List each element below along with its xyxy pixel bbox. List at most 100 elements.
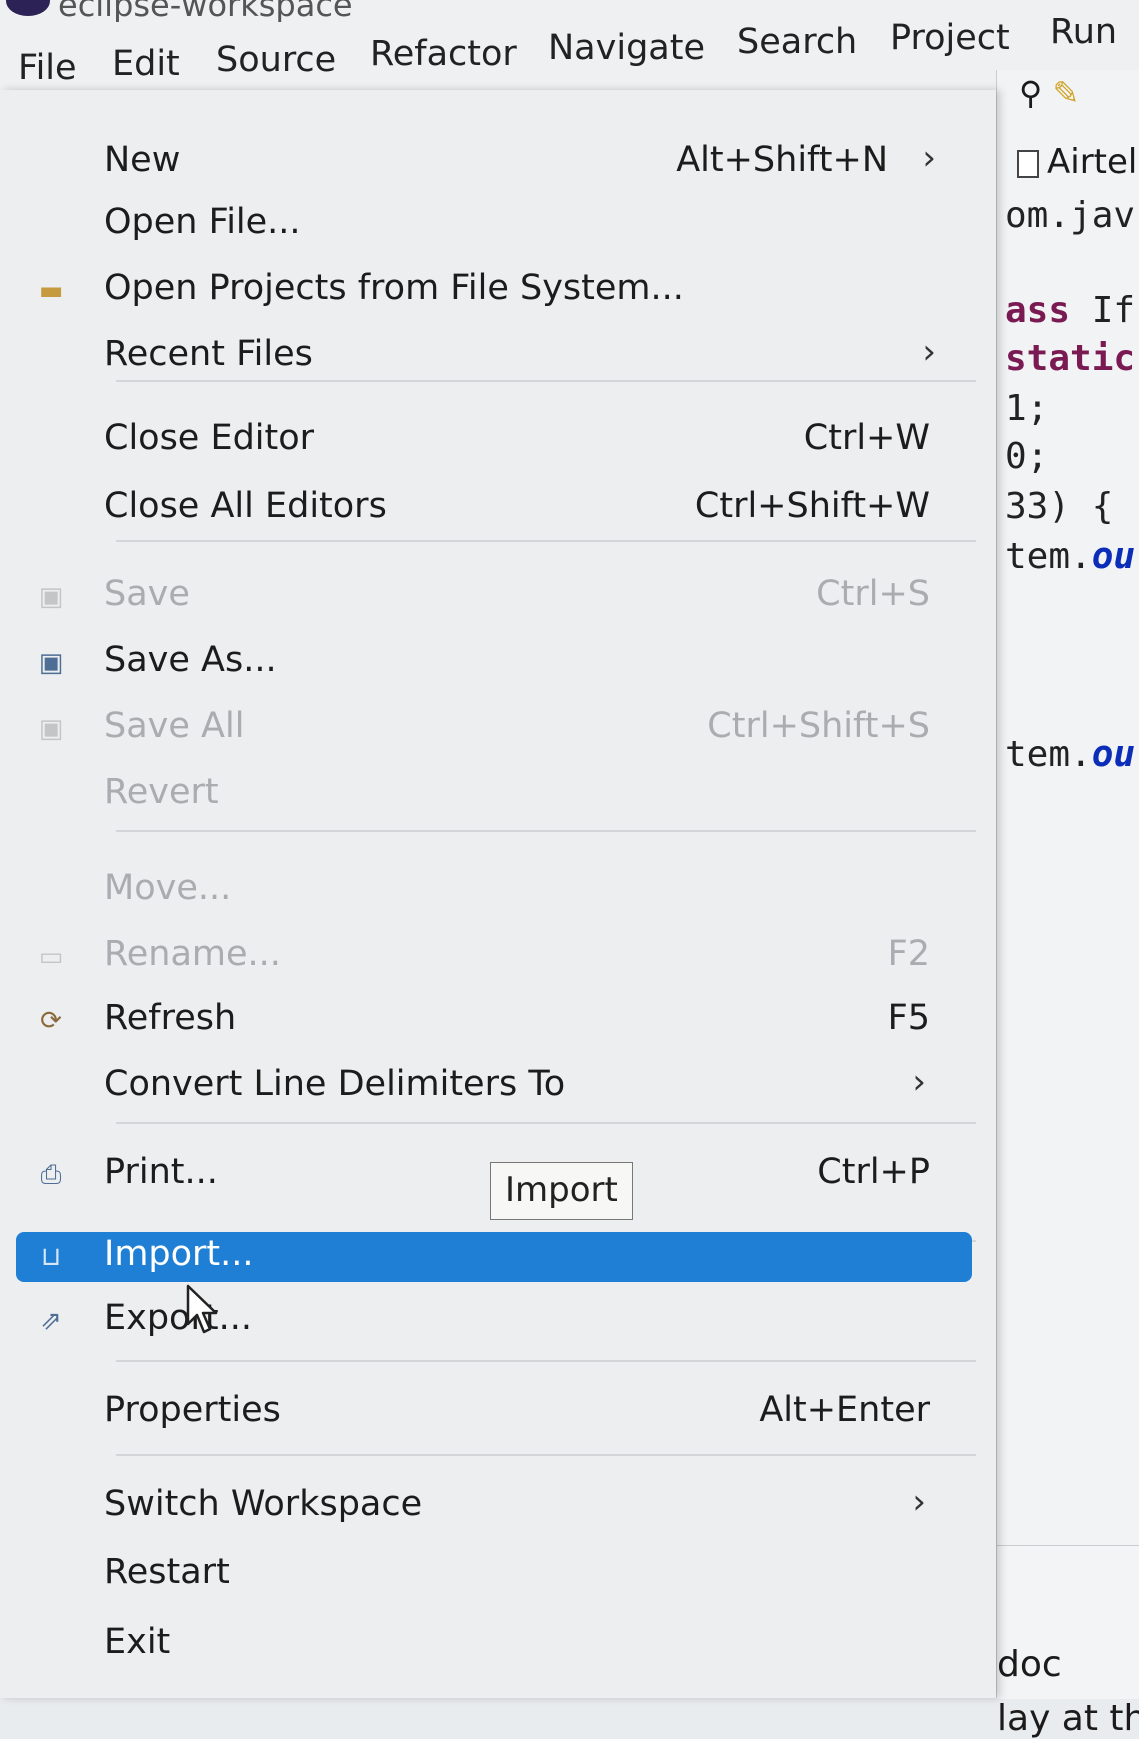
editor-area: ⚲ ✎ Airtel om.jav ass If static 1; 0; 33… <box>996 70 1139 1739</box>
menu-item-shortcut: Ctrl+Shift+W <box>694 486 930 526</box>
editor-tab-label: Airtel <box>1047 142 1138 182</box>
menu-separator <box>116 1454 976 1456</box>
bottom-panel-text: lay at thi <box>997 1698 1139 1739</box>
menu-item-refresh[interactable]: ⟳ Refresh F5 <box>0 988 996 1054</box>
menubar: File Edit Source Refactor Navigate Searc… <box>0 12 1139 100</box>
menu-item-properties[interactable]: Properties Alt+Enter <box>0 1380 996 1446</box>
toolbar: ⚲ ✎ <box>1019 74 1079 112</box>
menu-item-export[interactable]: ⇗ Export... <box>0 1288 996 1354</box>
save-as-icon: ▣ <box>38 648 64 678</box>
menu-item-move[interactable]: Move... <box>0 858 996 924</box>
javadoc-tab-label[interactable]: doc <box>997 1644 1062 1685</box>
menu-item-label: Recent Files <box>104 334 313 374</box>
editor-tab[interactable]: Airtel <box>1017 142 1137 182</box>
menu-item-label: Import... <box>104 1234 254 1274</box>
code-line[interactable]: 0; <box>1005 436 1048 477</box>
menu-item-label: Refresh <box>104 998 237 1038</box>
menu-refactor[interactable]: Refactor <box>370 34 517 74</box>
submenu-arrow-icon: › <box>922 332 936 372</box>
menu-item-import[interactable]: ⊔ Import... <box>0 1224 996 1290</box>
bottom-panel: doc lay at thi <box>997 1545 1139 1739</box>
menu-item-save-all[interactable]: ▣ Save All Ctrl+Shift+S <box>0 696 996 762</box>
menu-item-restart[interactable]: Restart <box>0 1542 996 1608</box>
menu-item-save[interactable]: ▣ Save Ctrl+S <box>0 564 996 630</box>
menu-item-open-projects[interactable]: ▬ Open Projects from File System... <box>0 258 996 324</box>
menu-item-shortcut: Alt+Enter <box>759 1390 930 1430</box>
menu-edit[interactable]: Edit <box>112 44 180 84</box>
menu-item-label: Properties <box>104 1390 281 1430</box>
menu-item-label: Save All <box>104 706 245 746</box>
menu-separator <box>116 540 976 542</box>
menu-item-label: Close All Editors <box>104 486 387 526</box>
menu-item-exit[interactable]: Exit <box>0 1612 996 1678</box>
menu-item-open-file[interactable]: Open File... <box>0 192 996 258</box>
brush-icon[interactable]: ✎ <box>1053 74 1080 112</box>
menu-item-save-as[interactable]: ▣ Save As... <box>0 630 996 696</box>
menu-item-label: Save <box>104 574 190 614</box>
menu-item-revert[interactable]: Revert <box>0 762 996 828</box>
menu-item-shortcut: F2 <box>887 934 930 974</box>
menu-item-label: Print... <box>104 1152 218 1192</box>
rename-icon: ▭ <box>38 942 64 972</box>
eclipse-logo-icon <box>6 0 50 16</box>
menu-item-shortcut: Ctrl+W <box>803 418 930 458</box>
menu-search[interactable]: Search <box>737 22 857 62</box>
menu-item-shortcut: Ctrl+S <box>816 574 930 614</box>
menu-item-shortcut: Ctrl+Shift+S <box>707 706 930 746</box>
menu-item-switch-workspace[interactable]: Switch Workspace › <box>0 1474 996 1540</box>
menu-separator <box>116 1122 976 1124</box>
menu-item-close-all-editors[interactable]: Close All Editors Ctrl+Shift+W <box>0 476 996 542</box>
menu-file[interactable]: File <box>18 48 77 88</box>
submenu-arrow-icon: › <box>912 1482 926 1522</box>
save-icon: ▣ <box>38 582 64 612</box>
menu-navigate[interactable]: Navigate <box>548 28 705 68</box>
print-icon: ⎙ <box>40 1160 62 1190</box>
menu-item-label: Restart <box>104 1552 230 1592</box>
menu-item-new[interactable]: New Alt+Shift+N › <box>0 130 996 196</box>
menu-item-label: Move... <box>104 868 232 908</box>
menu-item-shortcut: F5 <box>887 998 930 1038</box>
menu-item-shortcut: Ctrl+P <box>817 1152 930 1192</box>
code-line[interactable]: 33) { <box>1005 486 1113 527</box>
menu-item-close-editor[interactable]: Close Editor Ctrl+W <box>0 408 996 474</box>
code-line[interactable]: ass If <box>1005 290 1135 331</box>
menu-project[interactable]: Project <box>890 18 1010 58</box>
menu-item-label: Exit <box>104 1622 171 1662</box>
menu-item-shortcut: Alt+Shift+N <box>676 140 888 180</box>
menu-item-label: Switch Workspace <box>104 1484 423 1524</box>
menu-separator <box>116 830 976 832</box>
menu-item-label: New <box>104 140 181 180</box>
menu-item-convert-line-delimiters[interactable]: Convert Line Delimiters To › <box>0 1054 996 1120</box>
menu-item-label: Export... <box>104 1298 252 1338</box>
submenu-arrow-icon: › <box>912 1062 926 1102</box>
submenu-arrow-icon: › <box>922 138 936 178</box>
menu-item-label: Open Projects from File System... <box>104 268 684 308</box>
menu-item-label: Close Editor <box>104 418 315 458</box>
export-icon: ⇗ <box>40 1306 62 1336</box>
import-tooltip: Import <box>490 1162 633 1220</box>
code-line[interactable]: static <box>1005 338 1135 379</box>
menu-item-label: Save As... <box>104 640 277 680</box>
pin-icon[interactable]: ⚲ <box>1019 74 1042 112</box>
java-file-icon <box>1017 149 1039 178</box>
menu-item-label: Rename... <box>104 934 281 974</box>
menu-separator <box>116 1360 976 1362</box>
code-line[interactable]: 1; <box>1005 388 1048 429</box>
file-menu: New Alt+Shift+N › Open File... ▬ Open Pr… <box>0 90 996 1698</box>
code-line[interactable]: tem.ou <box>1005 536 1135 577</box>
menu-item-label: Convert Line Delimiters To <box>104 1064 566 1104</box>
folder-icon: ▬ <box>38 276 64 306</box>
refresh-icon: ⟳ <box>40 1006 62 1036</box>
code-line[interactable]: tem.ou <box>1005 734 1135 775</box>
window-title: eclipse-workspace <box>58 0 353 24</box>
menu-item-label: Open File... <box>104 202 301 242</box>
save-all-icon: ▣ <box>38 714 64 744</box>
menu-source[interactable]: Source <box>216 40 336 80</box>
mouse-cursor-icon <box>186 1284 218 1334</box>
menu-run[interactable]: Run <box>1050 12 1117 52</box>
code-line[interactable]: om.jav <box>1005 195 1135 236</box>
menu-separator <box>116 380 976 382</box>
import-icon: ⊔ <box>40 1242 62 1272</box>
menu-item-rename[interactable]: ▭ Rename... F2 <box>0 924 996 990</box>
menu-item-label: Revert <box>104 772 219 812</box>
